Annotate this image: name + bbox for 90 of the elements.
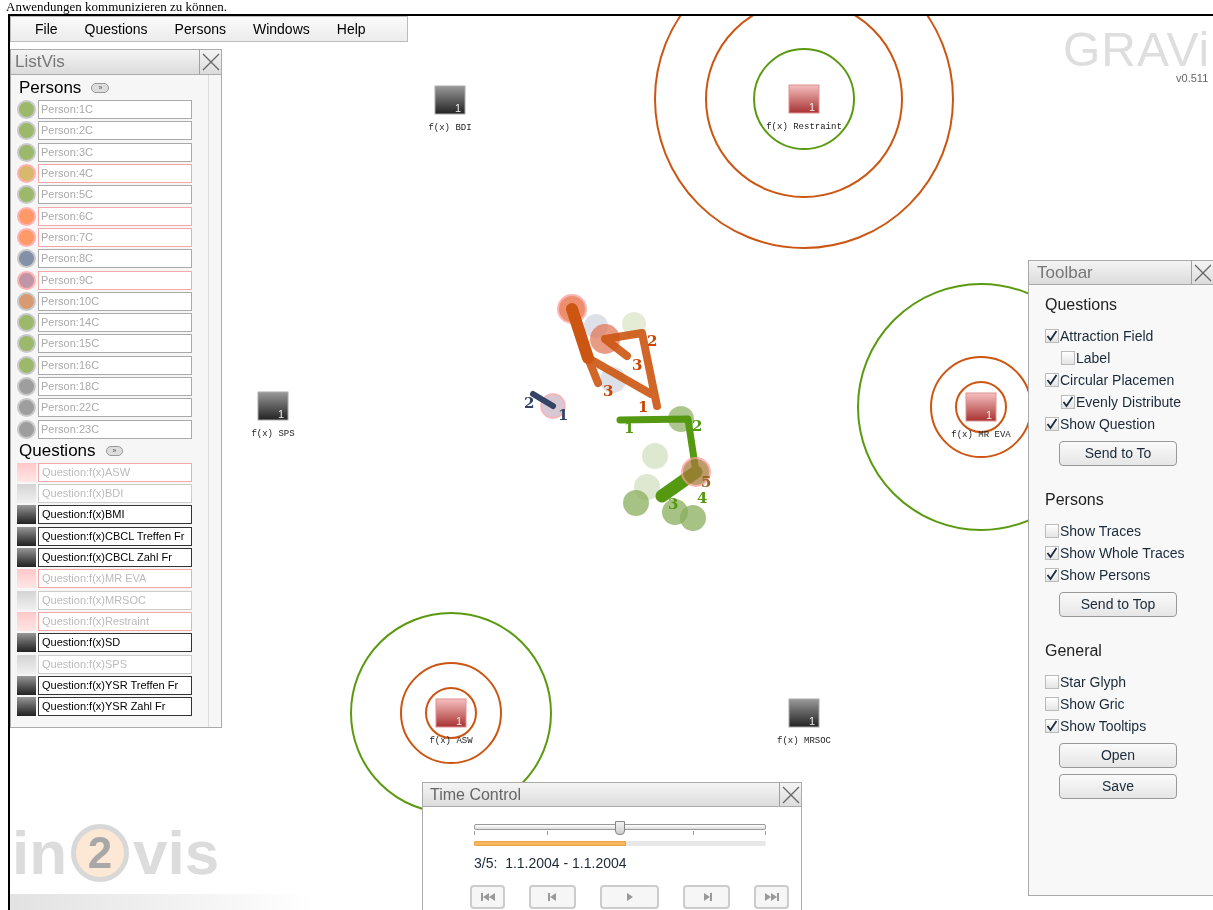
trace-label: 4 xyxy=(697,489,708,507)
menu-item[interactable]: Help xyxy=(336,18,366,40)
checkbox[interactable] xyxy=(1045,675,1059,689)
trace-label: 1 xyxy=(558,406,569,424)
checkbox[interactable] xyxy=(1045,697,1059,711)
node-label: f(x) BDI xyxy=(428,123,472,133)
checkbox-label: Show Persons xyxy=(1060,565,1151,585)
question-node[interactable]: 1 xyxy=(434,85,466,115)
trace-label: 2 xyxy=(647,332,658,350)
node-label: f(x) MRSOC xyxy=(777,736,831,746)
section-heading: Persons xyxy=(1045,490,1105,510)
checkbox-label: Evenly Distribute xyxy=(1076,392,1182,412)
trace-label: 3 xyxy=(603,382,614,400)
node-label: f(x) ASW xyxy=(429,736,473,746)
checkbox-label: Show Traces xyxy=(1060,521,1141,541)
trace-label: 5 xyxy=(701,473,712,491)
node-label: f(x) SPS xyxy=(251,429,295,439)
time-reading: 3/5: 1.1.2004 - 1.1.2004 xyxy=(474,854,628,873)
node-label: f(x) MR EVA xyxy=(951,430,1011,440)
panel-button[interactable]: Save xyxy=(1059,774,1177,799)
question-field[interactable]: Question:f(x)BMI xyxy=(38,505,192,525)
check-icon xyxy=(1046,374,1058,386)
checkbox[interactable] xyxy=(1045,546,1059,560)
check-icon xyxy=(1046,569,1058,581)
check-icon xyxy=(1046,720,1058,732)
slider-thumb[interactable] xyxy=(615,821,625,835)
checkbox[interactable] xyxy=(1045,719,1059,733)
question-field[interactable]: Question:f(x)CBCL Zahl Fr xyxy=(38,548,192,568)
check-icon xyxy=(1046,330,1058,342)
checkbox-label: Show Tooltips xyxy=(1060,716,1147,736)
document-text: Anwendungen kommunizieren zu können. xyxy=(6,0,227,14)
question-field[interactable]: Question:f(x)CBCL Treffen Fr xyxy=(38,526,192,546)
checkbox-label: Attraction Field xyxy=(1060,326,1154,346)
checkbox-label: Show Whole Traces xyxy=(1060,543,1185,563)
checkbox[interactable] xyxy=(1045,568,1059,582)
check-icon xyxy=(1046,418,1058,430)
checkbox[interactable] xyxy=(1045,417,1059,431)
question-field[interactable]: Question:f(x)YSR Treffen Fr xyxy=(38,675,192,695)
media-button[interactable] xyxy=(754,885,789,909)
section-heading: Persons xyxy=(18,77,82,100)
checkbox[interactable] xyxy=(1045,524,1059,538)
check-icon xyxy=(1062,396,1074,408)
media-button[interactable] xyxy=(470,885,505,909)
section-heading: Questions xyxy=(1045,295,1119,315)
close-icon xyxy=(1193,263,1212,282)
panel-title: Time Control xyxy=(429,785,522,805)
panel-title: Toolbar xyxy=(1036,262,1094,284)
question-node[interactable]: 1 xyxy=(788,84,820,114)
version-label: v0.511 xyxy=(1176,71,1210,86)
check-icon xyxy=(1046,547,1058,559)
trace-label: 2 xyxy=(692,417,703,435)
checkbox-label: Label xyxy=(1076,348,1111,368)
panel-title: ListVis xyxy=(14,51,66,73)
section-heading: Questions xyxy=(18,440,96,462)
media-button[interactable] xyxy=(683,885,730,909)
question-node[interactable]: 1 xyxy=(257,391,289,421)
panel-button[interactable]: Open xyxy=(1059,743,1177,768)
checkbox[interactable] xyxy=(1045,373,1059,387)
trace-label: 3 xyxy=(668,495,679,513)
menu-item[interactable]: Windows xyxy=(252,18,310,40)
section-heading: General xyxy=(1045,641,1103,661)
panel-button[interactable]: Send to Top xyxy=(1059,592,1177,617)
question-node[interactable]: 1 xyxy=(435,698,467,728)
checkbox[interactable] xyxy=(1061,351,1075,365)
first-icon xyxy=(479,891,496,903)
node-label: f(x) Restraint xyxy=(766,122,842,132)
close-button[interactable] xyxy=(779,783,801,806)
checkbox[interactable] xyxy=(1061,395,1075,409)
checkbox-label: Show Gric xyxy=(1060,694,1125,714)
question-node[interactable]: 1 xyxy=(965,392,997,422)
menu-item[interactable]: Persons xyxy=(174,18,226,40)
panel-button[interactable]: Send to To xyxy=(1059,441,1177,466)
checkbox-label: Star Glyph xyxy=(1060,672,1127,692)
checkbox-label: Circular Placemen xyxy=(1060,370,1175,390)
question-field[interactable]: Question:f(x)YSR Zahl Fr xyxy=(38,697,192,717)
question-node[interactable]: 1 xyxy=(788,698,820,728)
last-icon xyxy=(763,891,780,903)
close-button[interactable] xyxy=(199,50,221,74)
checkbox[interactable] xyxy=(1045,329,1059,343)
menu-item[interactable]: File xyxy=(35,18,58,40)
checkbox-label: Show Question xyxy=(1060,414,1155,434)
close-icon xyxy=(781,785,800,804)
trace-label: 2 xyxy=(524,394,535,412)
close-icon xyxy=(201,53,220,71)
trace-label: 1 xyxy=(638,398,649,416)
media-button[interactable] xyxy=(529,885,576,909)
trace-label: 3 xyxy=(632,356,643,374)
question-field[interactable]: Question:f(x)SD xyxy=(38,633,192,653)
close-button[interactable] xyxy=(1191,261,1213,284)
menu-item[interactable]: Questions xyxy=(84,18,148,40)
